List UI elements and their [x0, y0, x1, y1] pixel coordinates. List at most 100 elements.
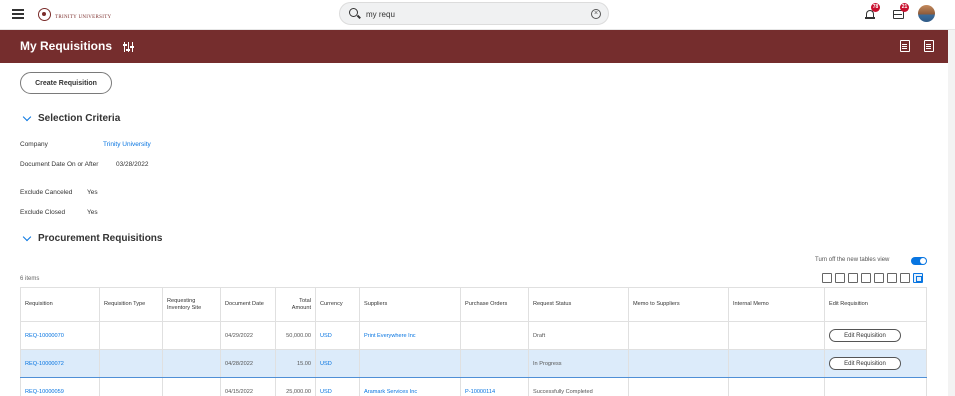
requisition-type-cell [99, 377, 163, 396]
exclude-canceled-value: Yes [87, 189, 98, 196]
table-header-row: Requisition Requisition Type Requesting … [20, 287, 927, 322]
hamburger-icon[interactable] [12, 9, 24, 19]
internal-memo-cell [728, 349, 825, 378]
search-icon [349, 8, 358, 17]
scrollbar[interactable] [948, 30, 955, 396]
column-header[interactable]: Requesting Inventory Site [162, 287, 221, 322]
grid-view-icon[interactable] [900, 273, 910, 283]
inventory-site-cell [162, 321, 221, 350]
document-date-label: Document Date On or After [20, 161, 99, 168]
search-bar[interactable]: × [339, 2, 609, 25]
status-cell: Draft [528, 321, 629, 350]
table-row[interactable]: REQ-10000070 04/29/2022 50,000.00 USD Pr… [20, 321, 927, 350]
selection-criteria-header[interactable]: Selection Criteria [22, 112, 121, 124]
table-view-icon[interactable] [913, 273, 923, 283]
column-header[interactable]: Purchase Orders [460, 287, 529, 322]
column-header[interactable]: Requisition Type [99, 287, 163, 322]
export-pdf-icon[interactable] [924, 40, 934, 52]
column-header[interactable]: Request Status [528, 287, 629, 322]
amount-cell: 25,000.00 [275, 377, 316, 396]
column-header[interactable]: Currency [315, 287, 360, 322]
logo[interactable]: TRINITY UNIVERSITY [38, 8, 111, 21]
status-cell: In Progress [528, 349, 629, 378]
chart-icon[interactable] [861, 273, 871, 283]
edit-cell: Edit Requisition [824, 321, 927, 350]
page-header: My Requisitions [0, 30, 948, 63]
section-title: Selection Criteria [38, 113, 121, 124]
amount-cell: 50,000.00 [275, 321, 316, 350]
seal-icon [38, 8, 51, 21]
company-label: Company [20, 141, 48, 148]
requisition-link[interactable]: REQ-10000072 [20, 349, 100, 378]
section-title: Procurement Requisitions [38, 233, 163, 244]
top-bar: TRINITY UNIVERSITY × 78 21 [0, 0, 955, 30]
status-cell: Successfully Completed [528, 377, 629, 396]
document-date-cell: 04/29/2022 [220, 321, 276, 350]
memo-suppliers-cell [628, 349, 729, 378]
requisition-type-cell [99, 349, 163, 378]
column-header[interactable]: Suppliers [359, 287, 461, 322]
document-date-value: 03/28/2022 [116, 161, 149, 168]
column-header[interactable]: Requisition [20, 287, 100, 322]
filter-icon[interactable] [848, 273, 858, 283]
table-toolbar [822, 273, 923, 283]
tables-view-toggle[interactable] [911, 257, 927, 265]
edit-requisition-button[interactable]: Edit Requisition [829, 329, 901, 342]
currency-link[interactable]: USD [315, 321, 360, 350]
purchase-order-link[interactable] [460, 321, 529, 350]
purchase-order-link[interactable] [460, 349, 529, 378]
column-header[interactable]: Internal Memo [728, 287, 825, 322]
table-row[interactable]: REQ-10000059 04/15/2022 25,000.00 USD Ar… [20, 377, 927, 396]
currency-link[interactable]: USD [315, 377, 360, 396]
tables-view-toggle-label: Turn off the new tables view [815, 257, 890, 263]
page-title: My Requisitions [20, 39, 113, 53]
edit-cell: Edit Requisition [824, 349, 927, 378]
inventory-site-cell [162, 349, 221, 378]
amount-cell: 15.00 [275, 349, 316, 378]
currency-link[interactable]: USD [315, 349, 360, 378]
columns-icon[interactable] [874, 273, 884, 283]
internal-memo-cell [728, 377, 825, 396]
column-header[interactable]: Edit Requisition [824, 287, 927, 322]
memo-suppliers-cell [628, 377, 729, 396]
document-date-cell: 04/28/2022 [220, 349, 276, 378]
memo-suppliers-cell [628, 321, 729, 350]
supplier-link[interactable]: Aramark Services Inc [359, 377, 461, 396]
fullscreen-icon[interactable] [887, 273, 897, 283]
notifications-badge: 78 [871, 3, 880, 12]
supplier-link[interactable] [359, 349, 461, 378]
column-header[interactable]: Memo to Suppliers [628, 287, 729, 322]
exclude-closed-label: Exclude Closed [20, 209, 66, 216]
purchase-order-link[interactable]: P-10000114 [460, 377, 529, 396]
document-date-cell: 04/15/2022 [220, 377, 276, 396]
inbox-badge: 21 [900, 3, 909, 12]
exclude-canceled-label: Exclude Canceled [20, 189, 73, 196]
search-input[interactable] [366, 6, 586, 22]
inventory-site-cell [162, 377, 221, 396]
column-header[interactable]: Total Amount [275, 287, 316, 322]
requisitions-table: Requisition Requisition Type Requesting … [20, 287, 927, 396]
exclude-closed-value: Yes [87, 209, 98, 216]
clear-icon[interactable]: × [591, 9, 601, 19]
export-pdf-icon[interactable] [835, 273, 845, 283]
related-actions-icon[interactable] [123, 42, 134, 53]
requisition-link[interactable]: REQ-10000059 [20, 377, 100, 396]
column-header[interactable]: Document Date [220, 287, 276, 322]
requisition-type-cell [99, 321, 163, 350]
edit-cell [824, 377, 927, 396]
export-excel-icon[interactable] [900, 40, 910, 52]
edit-requisition-button[interactable]: Edit Requisition [829, 357, 901, 370]
procurement-header[interactable]: Procurement Requisitions [22, 232, 163, 244]
logo-text: TRINITY UNIVERSITY [55, 15, 112, 20]
create-requisition-button[interactable]: Create Requisition [20, 72, 112, 94]
requisition-link[interactable]: REQ-10000070 [20, 321, 100, 350]
export-excel-icon[interactable] [822, 273, 832, 283]
avatar[interactable] [918, 5, 935, 22]
chevron-down-icon[interactable] [22, 232, 32, 242]
supplier-link[interactable]: Print Everywhere Inc [359, 321, 461, 350]
company-value[interactable]: Trinity University [103, 141, 151, 148]
table-row[interactable]: REQ-10000072 04/28/2022 15.00 USD In Pro… [20, 349, 927, 378]
item-count: 6 items [20, 276, 40, 282]
internal-memo-cell [728, 321, 825, 350]
chevron-down-icon[interactable] [22, 112, 32, 122]
